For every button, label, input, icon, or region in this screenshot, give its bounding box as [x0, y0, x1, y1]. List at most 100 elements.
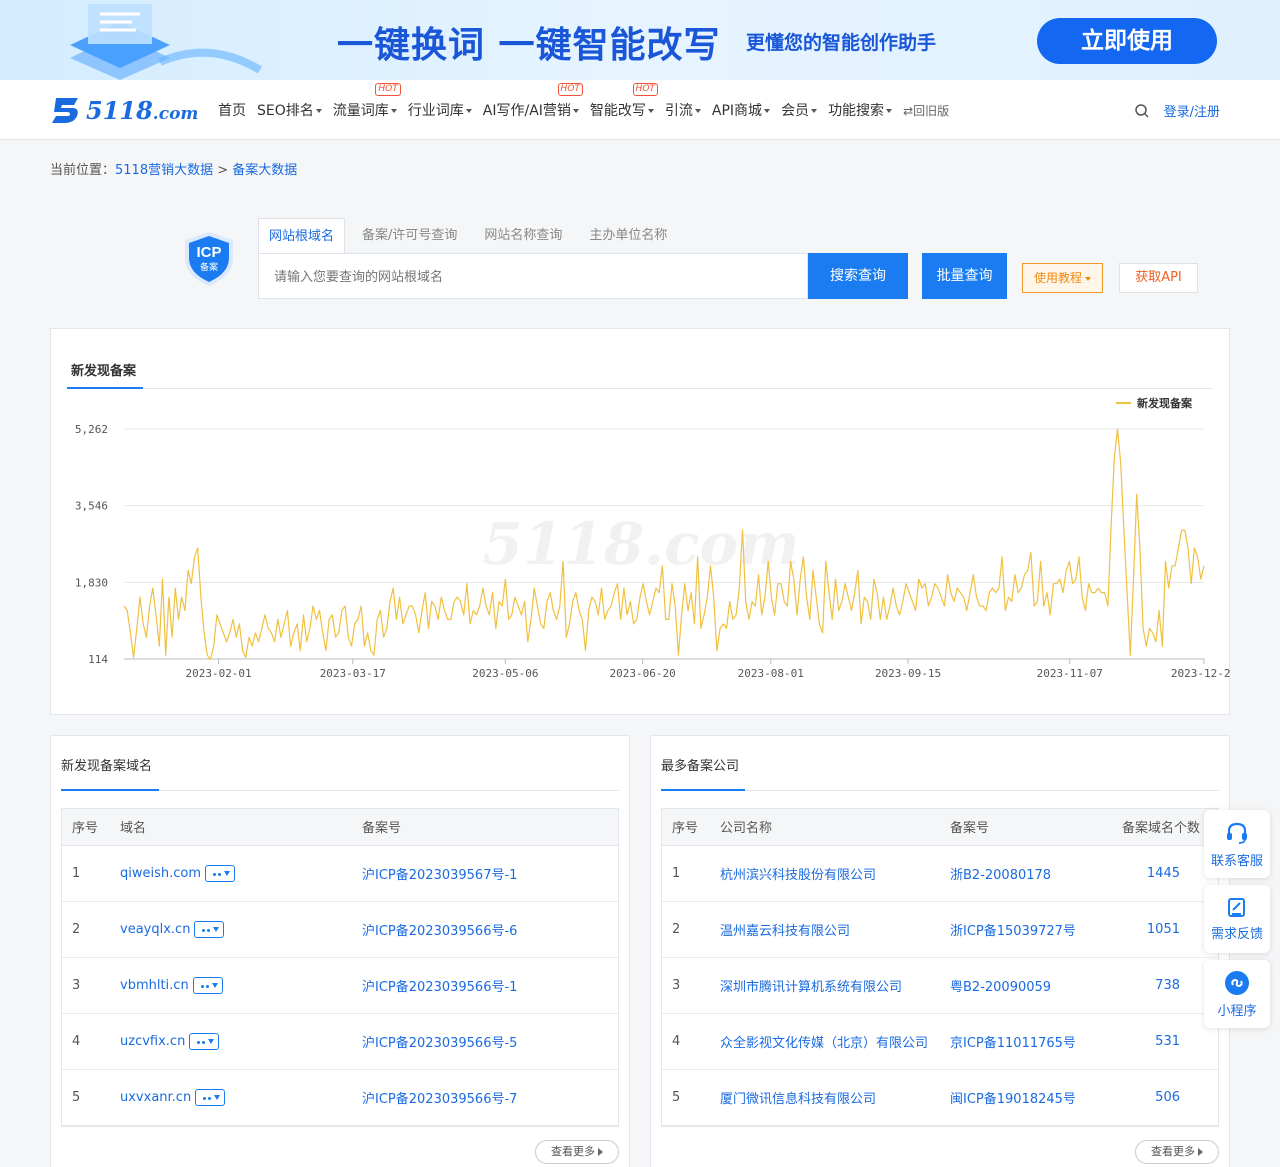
table-row: 3 vbmhlti.cn 沪ICP备2023039566号-1 [62, 957, 618, 1014]
more-options-icon[interactable] [205, 864, 236, 882]
domain-link[interactable]: uzcvfix.cn [120, 1034, 185, 1049]
new-records-chart-panel: 新发现备案 5118.com 5,262 3,546 1,830 114 2023-02-… [50, 328, 1231, 715]
nav-item-0[interactable]: 首页 [218, 100, 246, 120]
nav-item-9[interactable]: 功能搜索 [828, 100, 893, 120]
edit-note-icon [1228, 898, 1245, 917]
top-companies-title: 最多备案公司 [661, 759, 740, 774]
nav-item-8[interactable]: 会员 [781, 100, 818, 120]
nav-right: 登录/注册 [1134, 101, 1220, 120]
nav-item-1[interactable]: SEO排名 [257, 100, 322, 120]
domain-count[interactable]: 531 [1110, 1013, 1218, 1070]
license-link[interactable]: 沪ICP备2023039567号-1 [352, 845, 618, 902]
more-options-icon[interactable] [194, 920, 225, 938]
x-tick-label: 2023-03-17 [320, 667, 386, 680]
icp-shield-icon: ICP 备案 [185, 232, 233, 286]
license-link[interactable]: 沪ICP备2023039566号-5 [352, 1013, 618, 1070]
nav-item-4[interactable]: AI写作/AI营销 HOT [483, 83, 583, 120]
domain-cell: vbmhlti.cn [110, 957, 352, 1014]
tab-root-domain[interactable]: 网站根域名 [258, 218, 346, 254]
domain-link[interactable]: uxvxanr.cn [120, 1090, 191, 1105]
top-nav: 5118.com 首页 SEO排名 流量词库 HOT 行业词库 AI写作/AI营销 HOT 智… [0, 80, 1280, 140]
headset-icon [1227, 822, 1247, 844]
license-link[interactable]: 浙B2-20080178 [940, 845, 1110, 902]
domain-count[interactable]: 1445 [1110, 845, 1218, 902]
table-row: 4 众全影视文化传媒（北京）有限公司 京ICP备11011765号 531 [662, 1013, 1218, 1070]
domain-count[interactable]: 738 [1110, 957, 1218, 1014]
contact-service-button[interactable]: 联系客服 [1204, 810, 1270, 878]
promo-banner[interactable]: 一键换词 一键智能改写 更懂您的智能创作助手 立即使用 [0, 0, 1280, 80]
view-more-label: 查看更多 [1151, 1145, 1195, 1158]
more-options-icon[interactable] [192, 976, 223, 994]
login-register-link[interactable]: 登录/注册 [1164, 101, 1220, 120]
domain-link[interactable]: qiweish.com [120, 866, 201, 881]
batch-query-button[interactable]: 批量查询 [922, 253, 1007, 299]
mini-program-icon [1225, 971, 1249, 995]
nav-item-label: API商城 [711, 103, 763, 119]
company-link[interactable]: 众全影视文化传媒（北京）有限公司 [710, 1013, 940, 1070]
company-link[interactable]: 厦门微讯信息科技有限公司 [710, 1069, 940, 1126]
row-index: 3 [662, 957, 710, 1014]
search-icon[interactable] [1134, 103, 1150, 119]
row-index: 4 [62, 1013, 110, 1070]
license-link[interactable]: 沪ICP备2023039566号-6 [352, 901, 618, 958]
domain-link[interactable]: veayqlx.cn [120, 922, 190, 937]
old-version-link[interactable]: ⇄回旧版 [903, 102, 949, 119]
search-button[interactable]: 搜索查询 [808, 253, 908, 299]
breadcrumb-separator: > [217, 163, 229, 178]
license-link[interactable]: 沪ICP备2023039566号-7 [352, 1069, 618, 1126]
mini-program-button[interactable]: 小程序 [1204, 960, 1270, 1028]
license-link[interactable]: 京ICP备11011765号 [940, 1013, 1110, 1070]
license-link[interactable]: 闽ICP备19018245号 [940, 1069, 1110, 1126]
feedback-button[interactable]: 需求反馈 [1204, 885, 1270, 953]
domain-link[interactable]: vbmhlti.cn [120, 978, 189, 993]
nav-item-5[interactable]: 智能改写 HOT [590, 83, 658, 120]
company-link[interactable]: 深圳市腾讯计算机系统有限公司 [710, 957, 940, 1014]
domain-cell: uxvxanr.cn [110, 1069, 352, 1126]
chevron-down-icon [572, 109, 579, 113]
tab-organizer[interactable]: 主办单位名称 [579, 218, 677, 254]
license-link[interactable]: 沪ICP备2023039566号-1 [352, 957, 618, 1014]
site-logo[interactable]: 5118.com [50, 94, 198, 126]
logo-text: 5118.com [86, 95, 199, 125]
license-link[interactable]: 粤B2-20090059 [940, 957, 1110, 1014]
hot-badge: HOT [375, 83, 401, 96]
nav-item-label: SEO排名 [257, 103, 314, 119]
domain-count[interactable]: 506 [1110, 1069, 1218, 1126]
company-link[interactable]: 温州嘉云科技有限公司 [710, 901, 940, 958]
nav-item-7[interactable]: API商城 [711, 100, 771, 120]
banner-cta-button[interactable]: 立即使用 [1037, 18, 1217, 64]
domain-count[interactable]: 1051 [1110, 901, 1218, 958]
nav-item-3[interactable]: 行业词库 [408, 100, 472, 120]
x-tick-label: 2023-08-01 [738, 667, 804, 680]
domain-cell: veayqlx.cn [110, 901, 352, 958]
chevron-down-icon [390, 109, 397, 113]
legend-label: 新发现备案 [1137, 396, 1193, 410]
hot-badge: HOT [557, 83, 583, 96]
companies-view-more-button[interactable]: 查看更多 [1135, 1140, 1219, 1164]
nav-item-label: 行业词库 [407, 103, 464, 119]
new-domains-panel: 新发现备案域名 序号 域名 备案号 1 qiweish.com 沪ICP备20230… [50, 735, 630, 1167]
chevron-down-icon [811, 109, 818, 113]
breadcrumb-link-marketing-data[interactable]: 5118营销大数据 [115, 163, 213, 178]
more-options-icon[interactable] [195, 1088, 226, 1106]
domains-view-more-button[interactable]: 查看更多 [535, 1140, 619, 1164]
nav-item-6[interactable]: 引流 [665, 100, 701, 120]
domain-cell: uzcvfix.cn [110, 1013, 352, 1070]
banner-subtitle: 更懂您的智能创作助手 [746, 32, 937, 54]
top-companies-panel: 最多备案公司 序号 公司名称 备案号 备案域名个数 1 杭州滨兴科技股份有限公司浙… [650, 735, 1230, 1167]
domain-search-input[interactable] [259, 254, 807, 298]
y-tick-label: 5,262 [75, 423, 108, 436]
more-options-icon[interactable] [189, 1032, 220, 1050]
license-link[interactable]: 浙ICP备15039727号 [940, 901, 1110, 958]
tab-license-number[interactable]: 备案/许可号查询 [352, 218, 467, 254]
tab-site-name[interactable]: 网站名称查询 [474, 218, 572, 254]
title-underline [661, 789, 745, 791]
arrow-right-icon [1198, 1148, 1203, 1156]
get-api-button[interactable]: 获取API [1119, 263, 1198, 293]
tutorial-dropdown[interactable]: 使用教程 [1022, 263, 1103, 293]
col-header-company: 公司名称 [710, 809, 940, 846]
breadcrumb-link-icp-data[interactable]: 备案大数据 [232, 163, 297, 178]
company-link[interactable]: 杭州滨兴科技股份有限公司 [710, 845, 940, 902]
nav-menu: 首页 SEO排名 流量词库 HOT 行业词库 AI写作/AI营销 HOT 智能改写 HOT 引流 A… [218, 80, 960, 140]
nav-item-2[interactable]: 流量词库 HOT [333, 83, 401, 120]
